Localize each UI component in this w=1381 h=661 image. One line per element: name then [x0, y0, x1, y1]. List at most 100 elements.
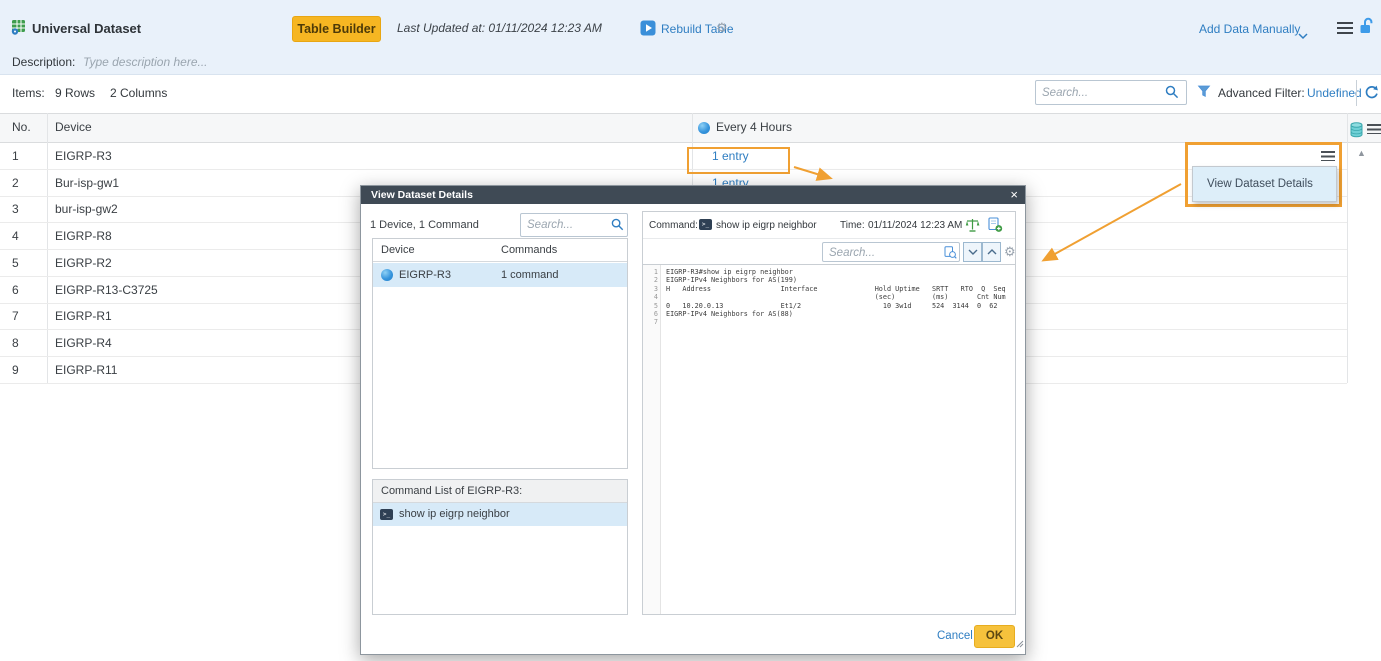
row-no: 9: [12, 357, 19, 383]
line-number: 6: [644, 310, 658, 318]
line-number: 1: [644, 268, 658, 276]
code-line: (sec) (ms) Cnt Num: [666, 293, 1006, 301]
device-name: EIGRP-R1: [55, 303, 112, 329]
columns-count: 2 Columns: [110, 86, 167, 100]
compare-scales-icon[interactable]: [965, 218, 980, 236]
row-no: 7: [12, 303, 19, 329]
filter-funnel-icon[interactable]: [1197, 85, 1211, 103]
device-name: EIGRP-R8: [55, 223, 112, 249]
items-bar: Items: 9 Rows 2 Columns Advanced Filter:…: [0, 76, 1381, 113]
row-actions-hamburger-icon[interactable]: [1321, 151, 1335, 161]
ok-button[interactable]: OK: [974, 625, 1015, 648]
command-list-item-selected[interactable]: >_ show ip eigrp neighbor: [373, 503, 627, 526]
resize-grip[interactable]: [1016, 635, 1024, 653]
search-icon[interactable]: [1165, 85, 1179, 104]
column-header-no[interactable]: No.: [12, 114, 31, 140]
find-prev-chevron-up-button[interactable]: [982, 242, 1001, 262]
command-count: 1 command: [501, 269, 558, 281]
table-header-row: No. Device Every 4 Hours: [0, 113, 1381, 143]
table-builder-button[interactable]: Table Builder: [292, 16, 381, 42]
advanced-filter-label: Advanced Filter:: [1218, 86, 1305, 100]
rebuild-settings-gear-icon[interactable]: ⚙: [716, 21, 728, 34]
search-in-document-icon[interactable]: [944, 246, 957, 264]
line-number: 3: [644, 285, 658, 293]
column-header-schedule[interactable]: Every 4 Hours: [716, 114, 792, 140]
column-header-device[interactable]: Device: [55, 114, 92, 140]
output-search-input[interactable]: [823, 244, 959, 262]
column-header-device[interactable]: Device: [381, 244, 415, 256]
universal-dataset-screen: Universal Dataset Table Builder Last Upd…: [0, 0, 1381, 661]
output-panel: Command: >_ show ip eigrp neighbor Time:…: [642, 211, 1016, 615]
column-header-commands[interactable]: Commands: [501, 244, 557, 256]
output-search: [822, 242, 960, 262]
chevron-down-icon[interactable]: [1298, 27, 1308, 45]
device-name: bur-isp-gw2: [55, 196, 118, 222]
device-command-summary: 1 Device, 1 Command: [370, 219, 479, 231]
find-next-chevron-down-button[interactable]: [963, 242, 982, 262]
device-name: EIGRP-R11: [55, 357, 117, 383]
line-number: 5: [644, 302, 658, 310]
cli-icon: >_: [380, 509, 393, 520]
device-name: EIGRP-R13-C3725: [55, 277, 158, 303]
code-line: EIGRP-R3#show ip eigrp neighbor: [666, 268, 793, 276]
device-table-panel: Device Commands EIGRP-R3 1 command: [372, 238, 628, 469]
row-no: 1: [12, 143, 19, 169]
line-number: 7: [644, 318, 658, 326]
close-icon[interactable]: ×: [1010, 186, 1018, 204]
cancel-button[interactable]: Cancel: [937, 630, 973, 642]
command-name: show ip eigrp neighbor: [399, 508, 510, 520]
device-name: EIGRP-R3: [55, 143, 112, 169]
device-name: EIGRP-R2: [55, 250, 112, 276]
rows-count: 9 Rows: [55, 86, 95, 100]
unlock-icon[interactable]: [1357, 16, 1375, 40]
device-name: EIGRP-R3: [399, 269, 451, 281]
code-line: 0 10.20.0.13 Et1/2 10 3w1d 524 3144 0 62: [666, 302, 997, 310]
output-header-row: Command: >_ show ip eigrp neighbor Time:…: [643, 212, 1015, 239]
command-list-header: Command List of EIGRP-R3:: [373, 480, 627, 503]
output-search-row: ⚙: [643, 239, 1015, 265]
time-label: Time:: [840, 220, 865, 231]
column-settings-hamburger-icon[interactable]: [1367, 124, 1381, 134]
top-bar: Universal Dataset Table Builder Last Upd…: [0, 0, 1381, 75]
output-settings-gear-icon[interactable]: ⚙: [1004, 245, 1016, 258]
export-document-icon[interactable]: [988, 217, 1003, 236]
menu-item-view-dataset-details[interactable]: View Dataset Details: [1193, 167, 1336, 201]
cli-icon: >_: [699, 219, 712, 230]
code-line: EIGRP-IPv4 Neighbors for AS(88): [666, 310, 793, 318]
device-name: Bur-isp-gw1: [55, 170, 119, 196]
row-no: 5: [12, 250, 19, 276]
time-value: 01/11/2024 12:23 AM: [868, 220, 962, 231]
command-value: show ip eigrp neighbor: [716, 220, 817, 231]
page-title: Universal Dataset: [32, 21, 141, 36]
row-no: 3: [12, 196, 19, 222]
code-line: EIGRP-IPv4 Neighbors for AS(199): [666, 276, 797, 284]
search-input[interactable]: [1036, 81, 1186, 104]
table-row[interactable]: 1 EIGRP-R3 1 entry: [0, 143, 1347, 170]
menu-hamburger-icon[interactable]: [1337, 22, 1353, 34]
row-no: 4: [12, 223, 19, 249]
command-label: Command:: [649, 220, 698, 231]
command-list-panel: Command List of EIGRP-R3: >_ show ip eig…: [372, 479, 628, 615]
refresh-icon[interactable]: [1363, 84, 1379, 105]
add-data-manually-dropdown[interactable]: Add Data Manually: [1199, 22, 1300, 36]
line-number: 2: [644, 276, 658, 284]
description-label: Description:: [12, 55, 75, 69]
device-table-header: Device Commands: [373, 239, 627, 262]
scrollbar-up-icon[interactable]: ▲: [1357, 148, 1366, 158]
cli-output-area[interactable]: 1 EIGRP-R3#show ip eigrp neighbor 2 EIGRP-…: [643, 265, 1015, 614]
divider: [1356, 80, 1357, 106]
description-input[interactable]: Type description here...: [83, 55, 208, 69]
device-name: EIGRP-R4: [55, 330, 112, 356]
rebuild-play-icon[interactable]: [640, 20, 656, 41]
row-no: 2: [12, 170, 19, 196]
modal-title: View Dataset Details: [361, 186, 1025, 204]
divider: [1347, 113, 1348, 383]
search-icon[interactable]: [611, 218, 624, 236]
advanced-filter-value[interactable]: Undefined: [1307, 86, 1362, 100]
last-updated-text: Last Updated at: 01/11/2024 12:23 AM: [397, 21, 602, 35]
view-dataset-details-modal: View Dataset Details × 1 Device, 1 Comma…: [360, 185, 1026, 655]
database-icon[interactable]: [1350, 121, 1363, 147]
items-label: Items:: [12, 86, 45, 100]
device-row-selected[interactable]: EIGRP-R3 1 command: [373, 263, 627, 287]
context-menu: View Dataset Details: [1192, 166, 1337, 202]
